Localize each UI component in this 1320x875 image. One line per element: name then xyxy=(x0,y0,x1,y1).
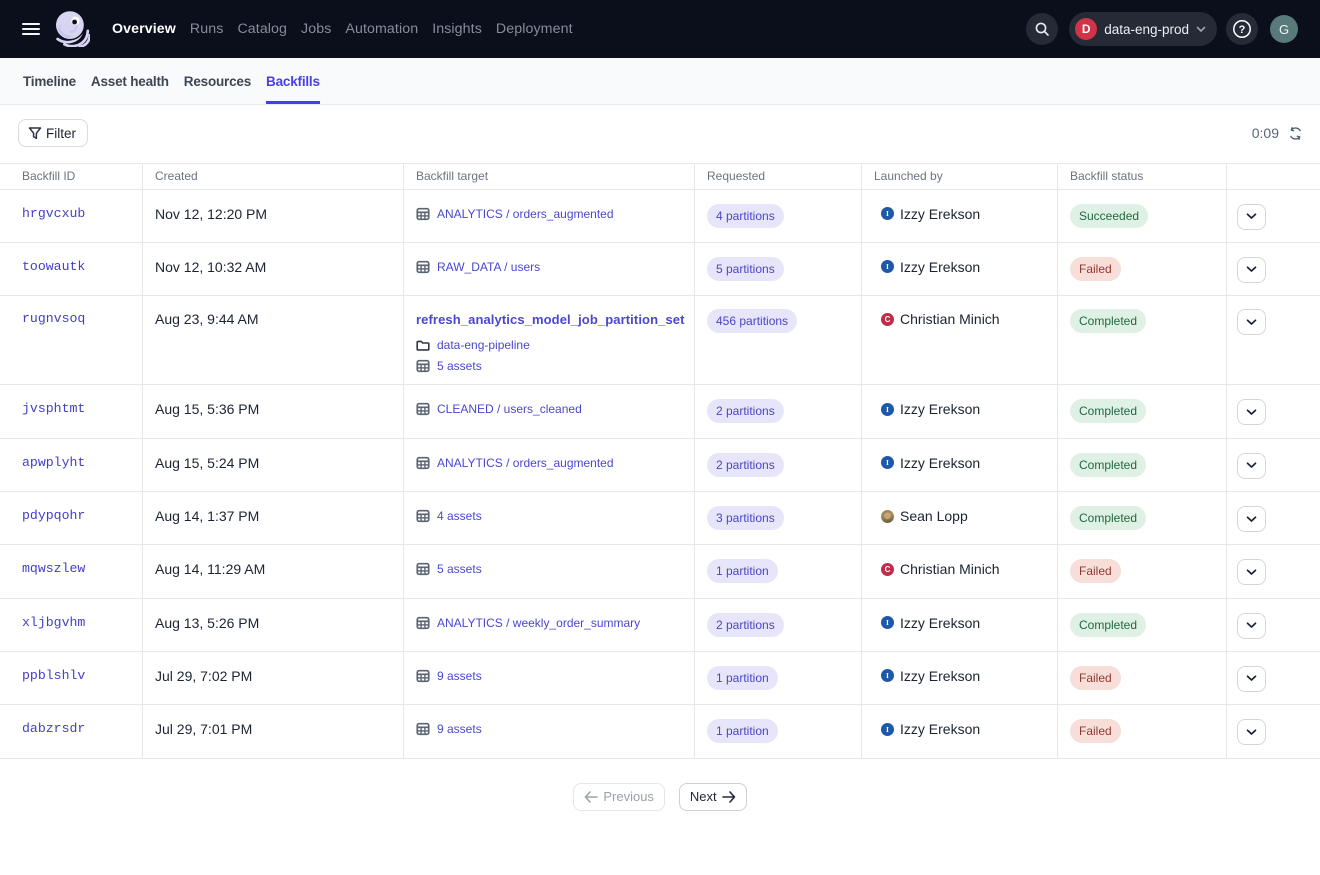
svg-text:?: ? xyxy=(1239,24,1246,36)
